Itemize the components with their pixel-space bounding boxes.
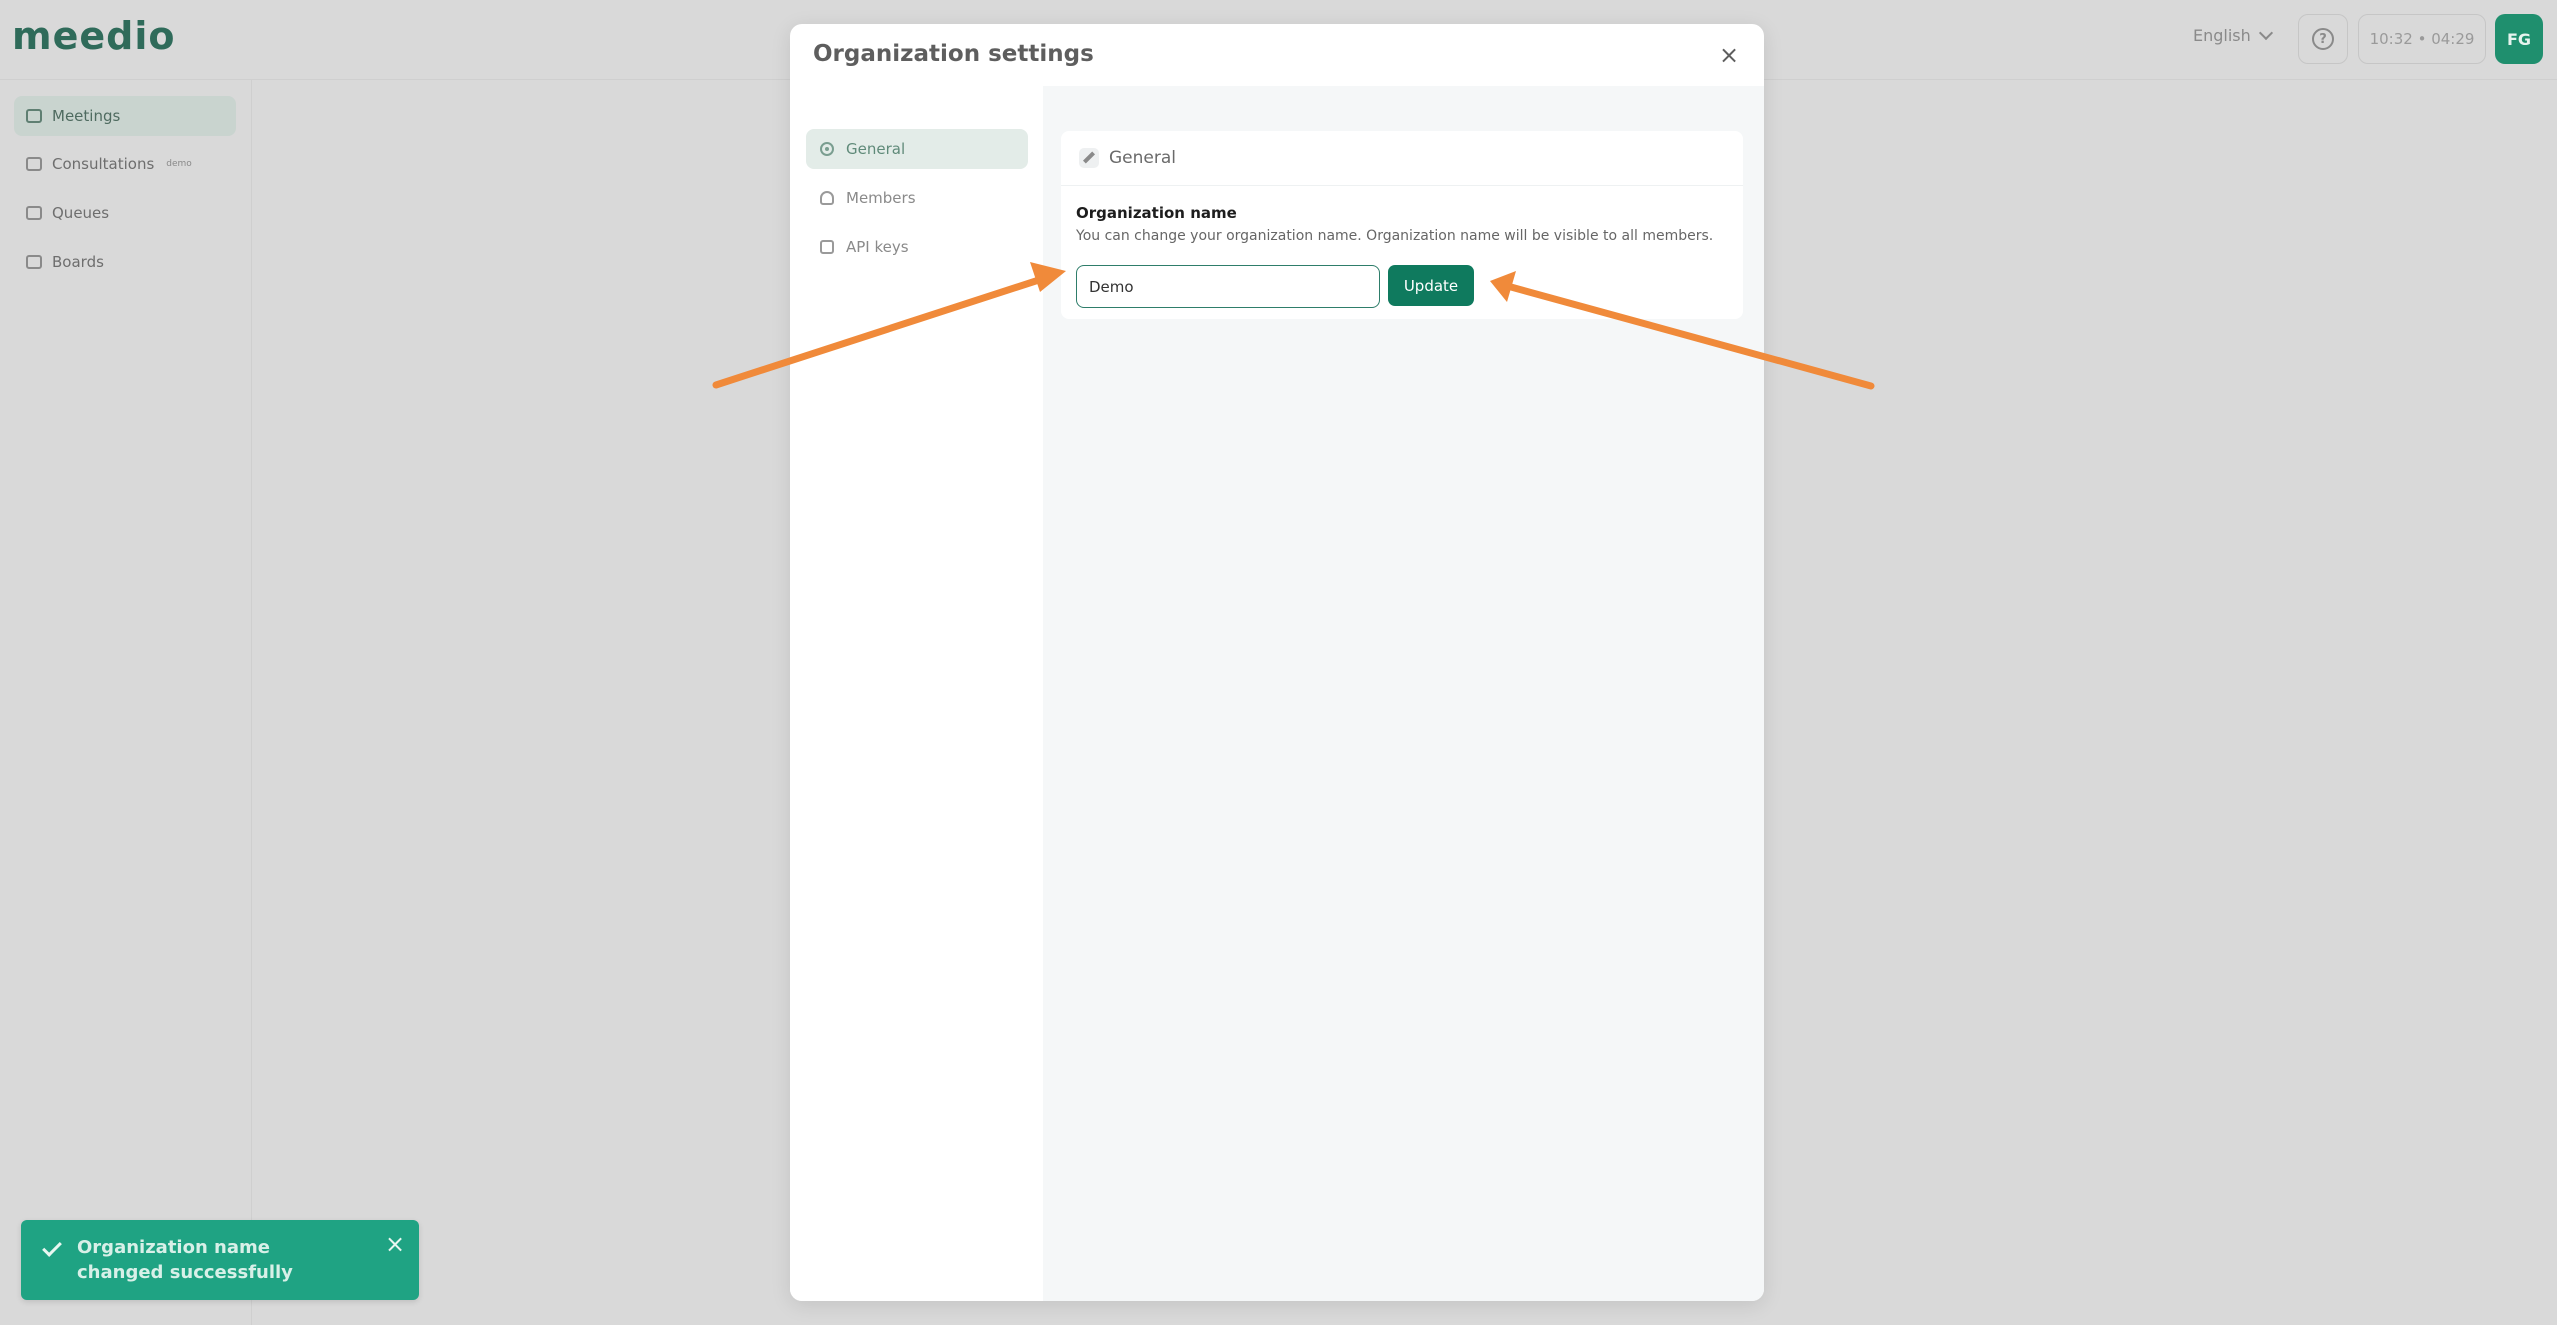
pencil-icon (1079, 148, 1099, 168)
check-icon (42, 1237, 62, 1257)
organization-name-label: Organization name (1076, 204, 1237, 222)
toast-message: Organization name changed successfully (77, 1237, 293, 1283)
video-plus-icon (26, 157, 42, 171)
tab-general[interactable]: General (806, 129, 1028, 169)
sidebar-item-label: Meetings (52, 107, 121, 125)
help-icon: ? (2312, 28, 2334, 50)
sidebar: Meetings Consultations demo Queues Board… (0, 80, 252, 1325)
meedio-logo: meedio (12, 14, 176, 58)
tab-label: General (846, 140, 906, 158)
sidebar-item-meetings[interactable]: Meetings (14, 96, 236, 136)
general-card: General Organization name You can change… (1061, 131, 1743, 319)
update-button[interactable]: Update (1388, 265, 1474, 306)
demo-badge: demo (166, 159, 192, 169)
key-icon (820, 240, 834, 254)
help-button[interactable]: ? (2298, 14, 2348, 64)
video-icon (26, 109, 42, 123)
card-header: General (1061, 131, 1743, 186)
users-icon (820, 191, 834, 205)
toast-close-icon[interactable]: × (385, 1232, 405, 1257)
sidebar-item-consultations[interactable]: Consultations demo (14, 144, 236, 184)
close-icon[interactable]: × (1714, 40, 1744, 70)
organization-name-input[interactable] (1076, 265, 1380, 308)
sidebar-item-label: Consultations (52, 155, 155, 173)
language-selector[interactable]: English (2193, 25, 2273, 45)
modal-title: Organization settings (813, 41, 1094, 67)
sidebar-item-label: Queues (52, 204, 110, 222)
modal-nav: General Members API keys (790, 86, 1043, 1301)
modal-header: Organization settings × (790, 24, 1764, 86)
language-label: English (2193, 26, 2251, 45)
success-toast: Organization name changed successfully × (21, 1220, 419, 1300)
sidebar-item-queues[interactable]: Queues (14, 193, 236, 233)
organization-settings-modal: Organization settings × General Members … (790, 24, 1764, 1301)
grid-icon (26, 255, 42, 269)
organization-name-description: You can change your organization name. O… (1076, 228, 1714, 244)
gear-icon (820, 142, 834, 156)
avatar[interactable]: FG (2495, 14, 2543, 64)
tab-api-keys[interactable]: API keys (806, 227, 1028, 267)
sidebar-item-label: Boards (52, 253, 104, 271)
clock-display: 10:32 • 04:29 (2358, 14, 2486, 64)
tab-members[interactable]: Members (806, 178, 1028, 218)
chevron-down-icon (2258, 25, 2273, 41)
sidebar-item-boards[interactable]: Boards (14, 242, 236, 282)
queue-icon (26, 206, 42, 220)
tab-label: Members (846, 189, 916, 207)
tab-label: API keys (846, 238, 909, 256)
modal-content: General Organization name You can change… (1043, 86, 1764, 1301)
card-title: General (1109, 148, 1176, 168)
